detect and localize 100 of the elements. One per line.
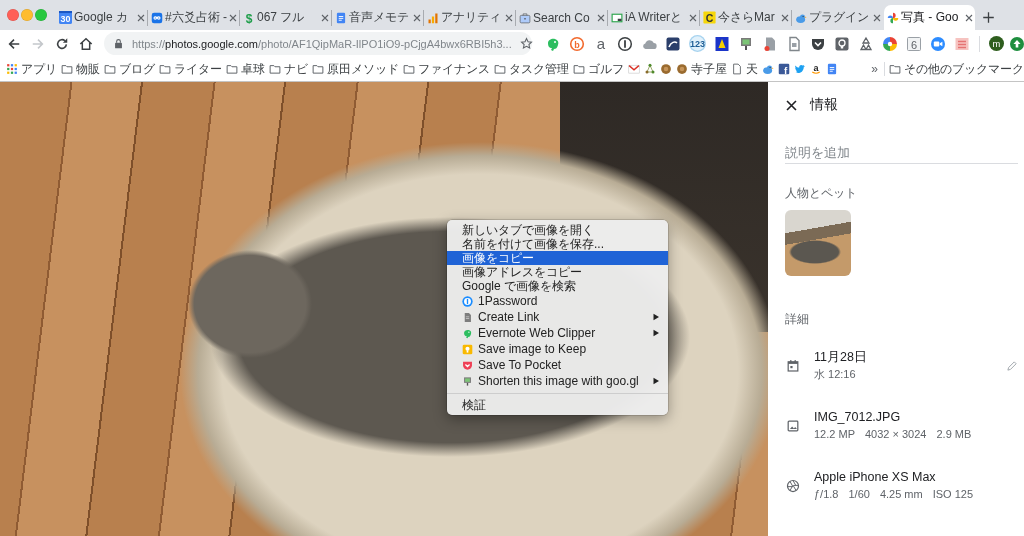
signpost-icon[interactable] [738, 35, 754, 52]
arrow-left-icon[interactable] [7, 36, 21, 51]
coin-icon[interactable] [660, 63, 672, 75]
bookmark-folder[interactable]: ナビ [269, 60, 308, 78]
envelope-icon[interactable] [628, 63, 640, 75]
detail-value: ISO 125 [932, 487, 974, 502]
browser-tab[interactable]: 写真 - Goo [884, 5, 975, 30]
bookmark-folder[interactable]: ライター [159, 60, 222, 78]
folder-icon [494, 63, 506, 75]
menu-item[interactable]: 検証 [447, 398, 668, 412]
bulb-tile-icon[interactable] [834, 35, 850, 52]
circled-bar-icon[interactable] [617, 35, 633, 52]
bookmark-folder[interactable]: 卓球 [226, 60, 265, 78]
star-icon[interactable] [519, 37, 533, 50]
folder-icon [889, 63, 901, 75]
network-icon[interactable] [644, 63, 656, 75]
image-icon [786, 418, 800, 433]
menu-item[interactable]: 画像をコピー [447, 251, 668, 265]
detail-value: 水 12:16 [814, 367, 856, 382]
browser-tab[interactable]: 30 Google カ [56, 5, 147, 30]
house-icon[interactable] [79, 36, 93, 51]
menu-item[interactable]: Save To Pocket [447, 357, 668, 373]
detail-value: 4.25 mm [879, 487, 923, 502]
detail-value: 4032 × 3024 [864, 427, 927, 442]
browser-tab[interactable]: プラグイン [792, 5, 883, 30]
page-dot-icon[interactable] [762, 35, 778, 52]
menu-item[interactable]: Shorten this image with goo.gl [447, 373, 668, 389]
bookmark-link[interactable]: 寺子屋 [676, 60, 727, 78]
close-icon[interactable] [965, 13, 973, 22]
number-badge-icon[interactable]: 123 [689, 35, 706, 52]
coin-icon [676, 63, 688, 75]
bookmark-link[interactable]: アプリ [6, 60, 57, 78]
bookmark-folder[interactable]: タスク管理 [494, 60, 569, 78]
page-icon[interactable] [786, 35, 802, 52]
bookmark-folder[interactable]: 原田メソッド [312, 60, 399, 78]
browser-tab[interactable]: iA Writerと [608, 5, 699, 30]
bookmark-folder[interactable]: 物販 [61, 60, 100, 78]
menu-item[interactable]: 画像アドレスをコピー [447, 265, 668, 279]
plus-icon[interactable] [982, 10, 995, 24]
letter-tile-icon: C [703, 11, 716, 24]
calendar-icon: 30 [59, 11, 72, 24]
folder-icon [104, 63, 116, 75]
lines-tile-icon[interactable] [954, 35, 970, 52]
bookmark-folder[interactable]: ブログ [104, 60, 155, 78]
browser-tab[interactable]: Search Co [516, 5, 607, 30]
browser-tab[interactable]: 音声メモテ [332, 5, 423, 30]
detail-title: IMG_7012.JPG [814, 409, 901, 426]
circled-bar-icon [462, 295, 473, 307]
detail-value: 12.2 MP [814, 427, 855, 442]
infinity-icon [151, 11, 163, 24]
address-bar[interactable]: https://photos.google.com/photo/AF1QipMaR-IlPO1iO9-pCjgA4bwx6RBI5h3... [104, 32, 532, 55]
menu-item[interactable]: Evernote Web Clipper [447, 325, 668, 341]
menu-item[interactable]: 新しいタブで画像を開く [447, 223, 668, 237]
photo-thumbnail[interactable] [785, 210, 851, 276]
letter-icon[interactable]: a [593, 35, 609, 52]
bookmark-folder[interactable]: ファイナンス [403, 60, 490, 78]
menu-item[interactable]: Save image to Keep [447, 341, 668, 357]
window-close-icon[interactable] [7, 9, 19, 21]
video-camera-icon[interactable] [930, 35, 946, 52]
swoosh-tile-icon[interactable] [665, 35, 681, 52]
description-field[interactable]: 説明を追加 [785, 142, 1018, 164]
document-icon [335, 11, 347, 24]
frame-icon [611, 11, 623, 24]
number-tile-icon[interactable]: 6 [906, 35, 922, 52]
bar-chart-icon [427, 11, 439, 24]
browser-tab[interactable]: $ 067 フル [240, 5, 331, 30]
detail-title: 11月28日 [814, 349, 867, 366]
apps-grid-icon [6, 63, 18, 75]
dollar-icon: $ [243, 11, 255, 24]
bookmark-folder[interactable]: その他のブックマーク [889, 60, 1024, 78]
signpost-icon [462, 375, 473, 387]
bird-icon[interactable] [762, 63, 774, 75]
url-text: https://photos.google.com/photo/AF1QipMaR-IlPO1iO9-pCjgA4bwx6RBI5h3... [132, 37, 512, 50]
folder-icon [573, 63, 585, 75]
triangle-tile-icon[interactable] [714, 35, 730, 52]
browser-tab[interactable]: アナリティ [424, 5, 515, 30]
pinwheel-icon [887, 11, 899, 24]
menu-item[interactable]: Google で画像を検索 [447, 279, 668, 293]
letter-tile-icon[interactable]: f [778, 63, 790, 75]
document-icon[interactable] [826, 63, 838, 75]
bird-icon[interactable] [794, 63, 806, 75]
briefcase-icon [519, 11, 531, 24]
close-icon[interactable] [785, 98, 798, 112]
page-icon [731, 63, 743, 75]
document-icon [462, 311, 473, 323]
browser-tab[interactable]: #六爻占術 - [148, 5, 239, 30]
menu-item[interactable]: 名前を付けて画像を保存... [447, 237, 668, 251]
bookmark-folder[interactable]: ゴルフ [573, 60, 624, 78]
triangles-icon[interactable] [858, 35, 874, 52]
folder-icon [312, 63, 324, 75]
bookmark-link[interactable]: 天 [731, 60, 758, 78]
browser-tab[interactable]: C 今さらMar [700, 5, 791, 30]
aperture-icon [786, 478, 800, 493]
color-wheel-icon[interactable] [882, 35, 898, 52]
menu-item[interactable]: Create Link [447, 309, 668, 325]
detail-title: Apple iPhone XS Max [814, 469, 936, 486]
avatar-icon[interactable]: m [989, 36, 1004, 51]
menu-item[interactable]: 1Password [447, 293, 668, 309]
reload-icon[interactable] [55, 36, 69, 51]
more-bookmarks-button[interactable]: » [869, 62, 880, 76]
